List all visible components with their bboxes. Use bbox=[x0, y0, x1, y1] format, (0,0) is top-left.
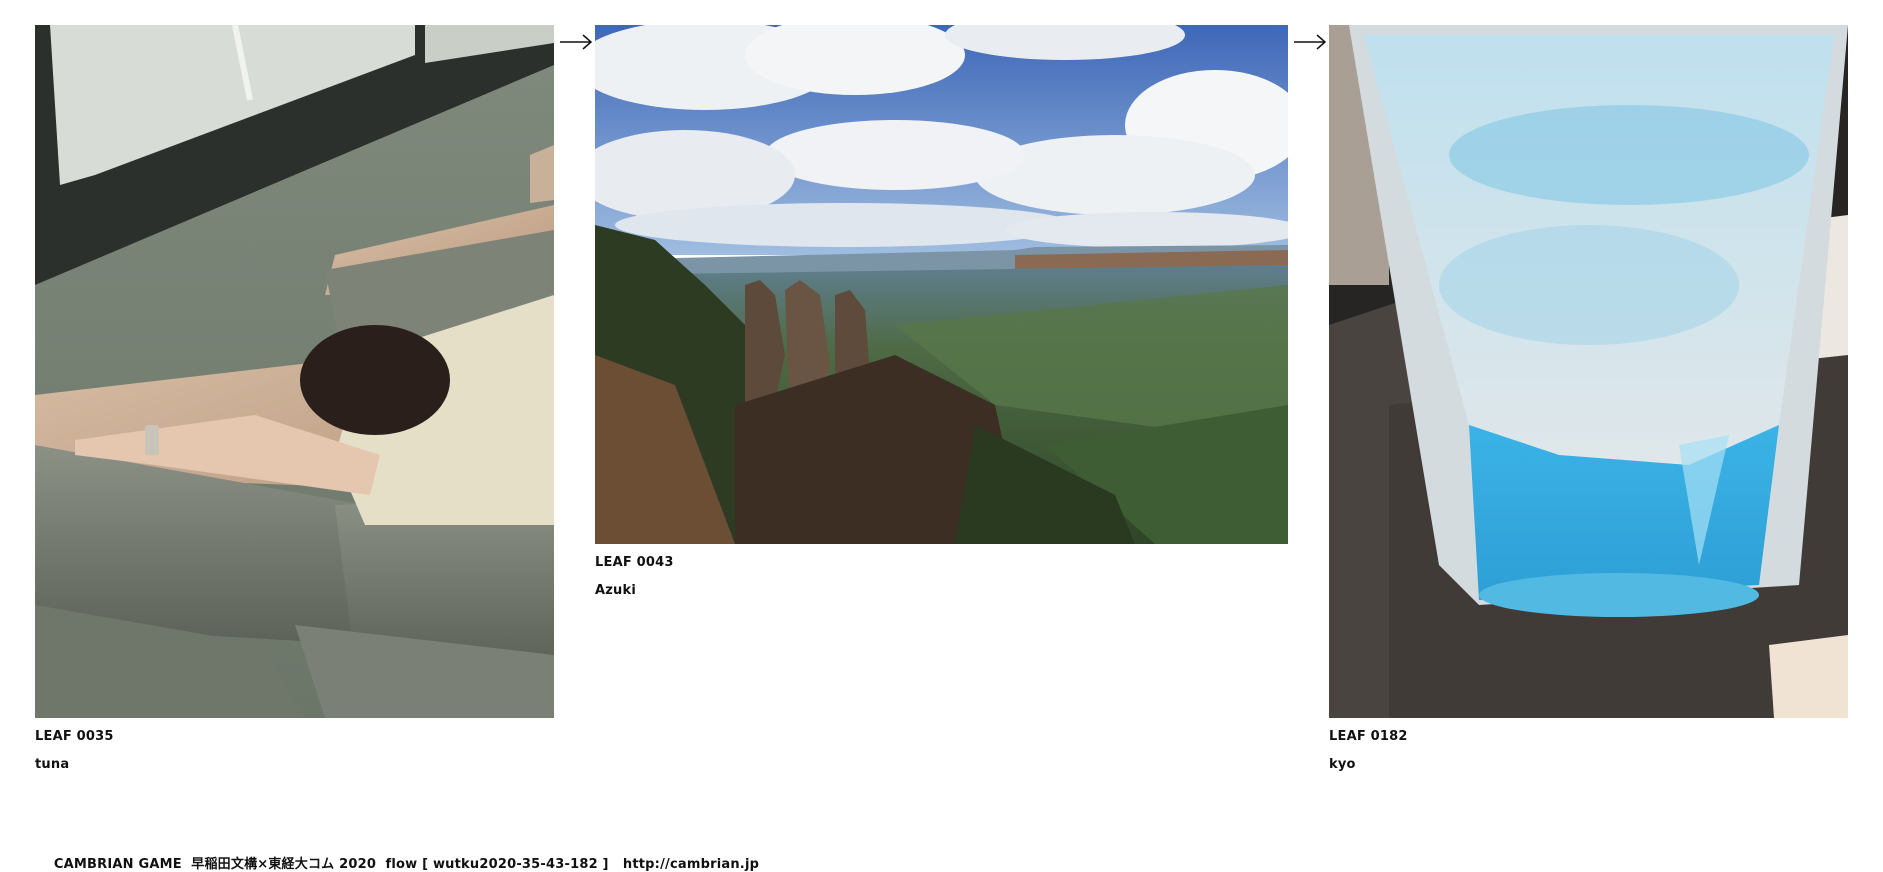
leaf-author-label: tuna bbox=[35, 757, 70, 772]
leaf-card-0043[interactable]: LEAF 0043 Azuki bbox=[595, 25, 1288, 599]
leaf-author-label: Azuki bbox=[595, 583, 636, 598]
arrow-right-icon bbox=[558, 30, 594, 54]
leaf-author-label: kyo bbox=[1329, 757, 1356, 772]
leaf-photo-blue-drink[interactable] bbox=[1329, 25, 1848, 718]
leaf-card-0035[interactable]: LEAF 0035 tuna bbox=[35, 25, 554, 773]
leaf-photo-mountains[interactable] bbox=[595, 25, 1288, 544]
footer: CAMBRIAN GAME 早稲田文構×東経大コム 2020 flow [ wu… bbox=[35, 838, 759, 872]
footer-text: CAMBRIAN GAME 早稲田文構×東経大コム 2020 flow [ wu… bbox=[53, 857, 609, 872]
leaf-id-label: LEAF 0043 bbox=[595, 555, 674, 570]
leaf-id-label: LEAF 0182 bbox=[1329, 729, 1408, 744]
leaf-card-0182[interactable]: LEAF 0182 kyo bbox=[1329, 25, 1848, 773]
leaf-id-label: LEAF 0035 bbox=[35, 729, 114, 744]
arrow-right-icon bbox=[1292, 30, 1328, 54]
leaf-photo-classroom[interactable] bbox=[35, 25, 554, 718]
footer-link[interactable]: http://cambrian.jp bbox=[623, 857, 759, 872]
flow-page: LEAF 0035 tuna LEAF 0043 Azuki LEAF 0182… bbox=[0, 0, 1883, 872]
